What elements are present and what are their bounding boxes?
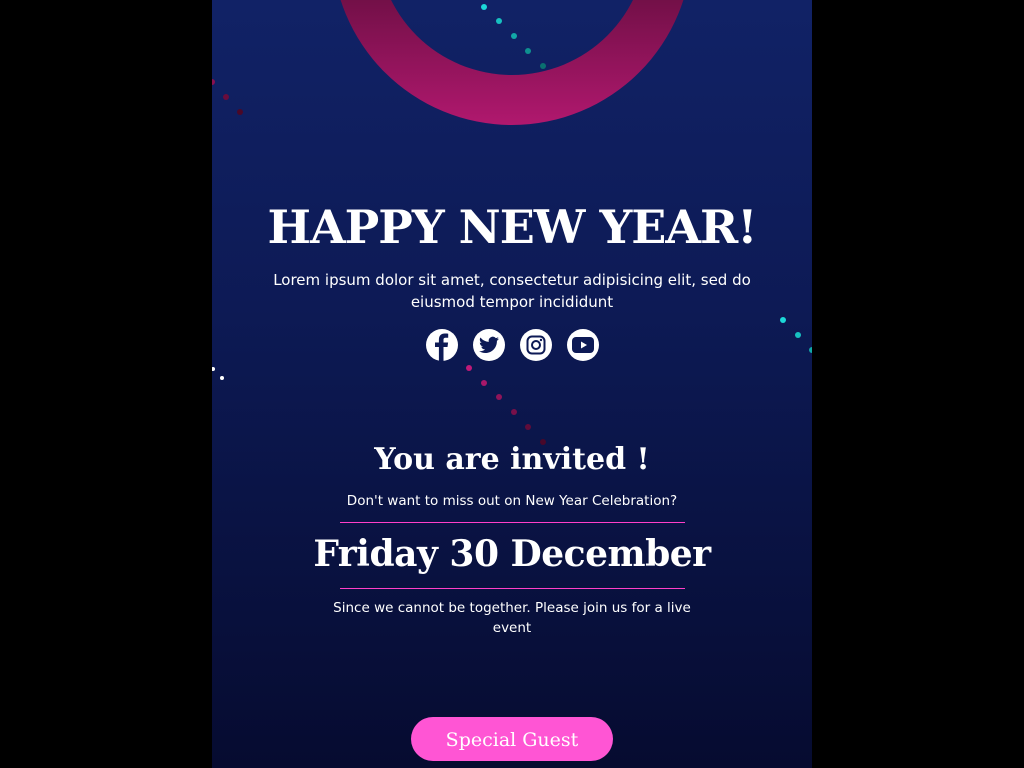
decor-dot bbox=[212, 367, 215, 371]
invite-heading: You are invited ! bbox=[374, 442, 650, 477]
decor-dot bbox=[466, 365, 472, 371]
twitter-link[interactable] bbox=[473, 329, 505, 361]
decor-dot bbox=[795, 332, 801, 338]
decor-dot bbox=[525, 48, 531, 54]
social-links bbox=[426, 329, 599, 361]
decor-dot bbox=[237, 109, 243, 115]
hero-lead: Lorem ipsum dolor sit amet, consectetur … bbox=[273, 271, 751, 311]
special-guest-button[interactable]: Special Guest bbox=[411, 717, 613, 761]
youtube-icon bbox=[572, 337, 594, 353]
youtube-link[interactable] bbox=[567, 329, 599, 361]
instagram-link[interactable] bbox=[520, 329, 552, 361]
newsletter-page: HAPPY NEW YEAR! Lorem ipsum dolor sit am… bbox=[212, 0, 812, 768]
divider bbox=[340, 588, 685, 589]
decorative-ring bbox=[340, 0, 684, 125]
invite-subtitle: Don't want to miss out on New Year Celeb… bbox=[346, 493, 678, 509]
facebook-link[interactable] bbox=[426, 329, 458, 361]
divider bbox=[340, 522, 685, 523]
decor-dot bbox=[496, 394, 502, 400]
decor-dot bbox=[525, 424, 531, 430]
decor-dot bbox=[220, 376, 224, 380]
decor-dot bbox=[223, 94, 229, 100]
decor-dot bbox=[496, 18, 502, 24]
hero-title: HAPPY NEW YEAR! bbox=[267, 200, 758, 254]
instagram-icon bbox=[526, 335, 546, 355]
decor-dot bbox=[511, 409, 517, 415]
decor-dot bbox=[511, 33, 517, 39]
facebook-icon bbox=[435, 333, 449, 361]
invite-note: Since we cannot be together. Please join… bbox=[333, 600, 691, 636]
decor-dot bbox=[481, 4, 487, 10]
decor-dot bbox=[780, 317, 786, 323]
decor-dot bbox=[481, 380, 487, 386]
twitter-icon bbox=[479, 336, 499, 353]
decor-dot bbox=[809, 347, 812, 353]
decor-dot bbox=[540, 63, 546, 69]
event-date: Friday 30 December bbox=[313, 533, 711, 575]
